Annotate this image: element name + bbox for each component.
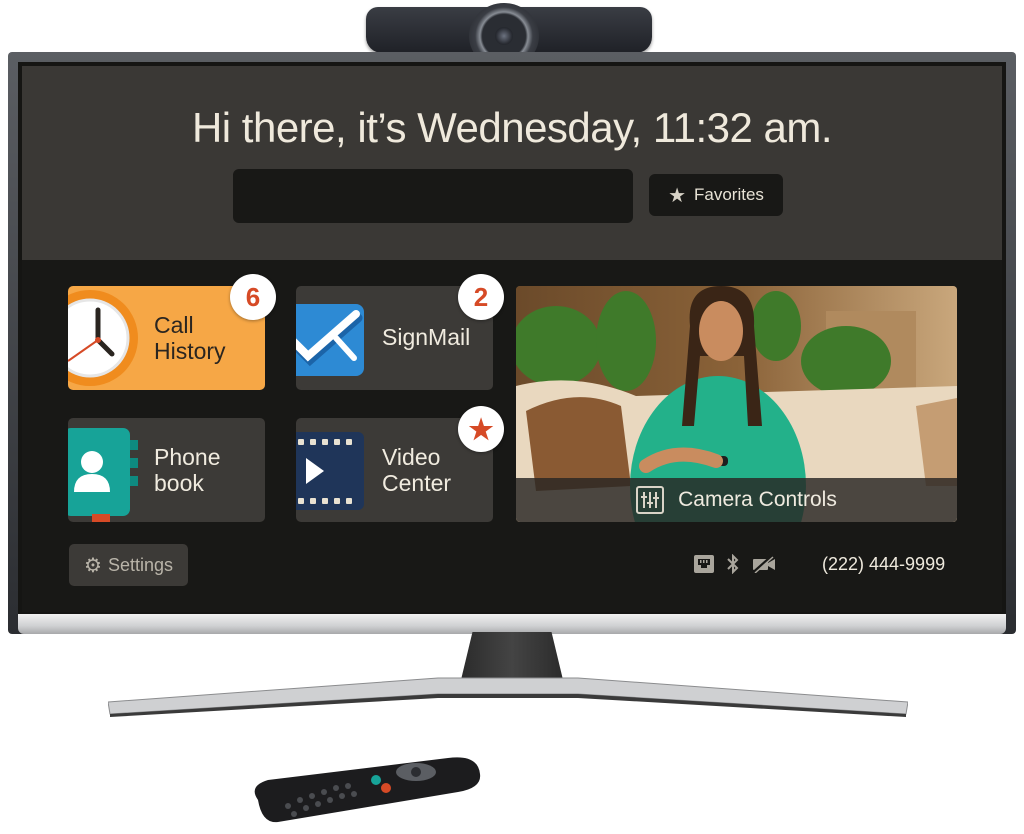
tile-video-center[interactable]: Video Center ★ [296, 406, 504, 522]
signmail-icon [296, 304, 364, 376]
bluetooth-icon [727, 554, 739, 574]
tile-label: SignMail [382, 324, 471, 350]
notification-badge: 6 [230, 274, 276, 320]
star-icon: ★ [468, 413, 494, 445]
favorites-button[interactable]: ★ Favorites [649, 174, 783, 216]
gear-icon: ⚙ [84, 554, 102, 577]
phone-number: (222) 444-9999 [822, 554, 946, 574]
clock-icon [68, 290, 138, 386]
ethernet-icon [694, 555, 714, 573]
tile-phonebook[interactable]: Phone book [68, 418, 265, 522]
phonebook-icon [68, 428, 138, 522]
tv-stand-base [108, 677, 908, 717]
camera-preview[interactable]: Camera Controls [516, 286, 957, 522]
video-off-icon [753, 555, 775, 573]
favorites-label: Favorites [694, 185, 764, 204]
tile-label: Video Center [382, 444, 452, 496]
settings-label: Settings [107, 554, 173, 575]
camera-controls-label: Camera Controls [678, 488, 837, 511]
settings-button[interactable]: ⚙ Settings [69, 544, 188, 586]
tv-chin [18, 614, 1006, 634]
greeting-text: Hi there, it’s Wednesday, 11:32 am. [191, 104, 833, 151]
tile-label: Call History [154, 312, 226, 364]
search-input[interactable] [233, 169, 633, 223]
tile-label: Phone book [154, 444, 221, 496]
webcam [366, 3, 652, 69]
sliders-icon [636, 486, 665, 514]
film-icon [296, 432, 364, 510]
status-icons [694, 554, 776, 574]
tile-signmail[interactable]: SignMail 2 [296, 274, 504, 390]
tv-screen: Hi there, it’s Wednesday, 11:32 am. ★ Fa… [22, 66, 1002, 612]
camera-lens [495, 27, 513, 45]
remote-control [254, 757, 481, 823]
star-icon: ★ [668, 184, 686, 207]
notification-badge: 2 [458, 274, 504, 320]
tile-call-history[interactable]: Call History 6 [68, 274, 276, 390]
favorite-star-badge: ★ [458, 406, 504, 452]
header-area: Hi there, it’s Wednesday, 11:32 am. ★ Fa… [22, 66, 1002, 260]
camera-controls-button[interactable]: Camera Controls [516, 478, 957, 522]
